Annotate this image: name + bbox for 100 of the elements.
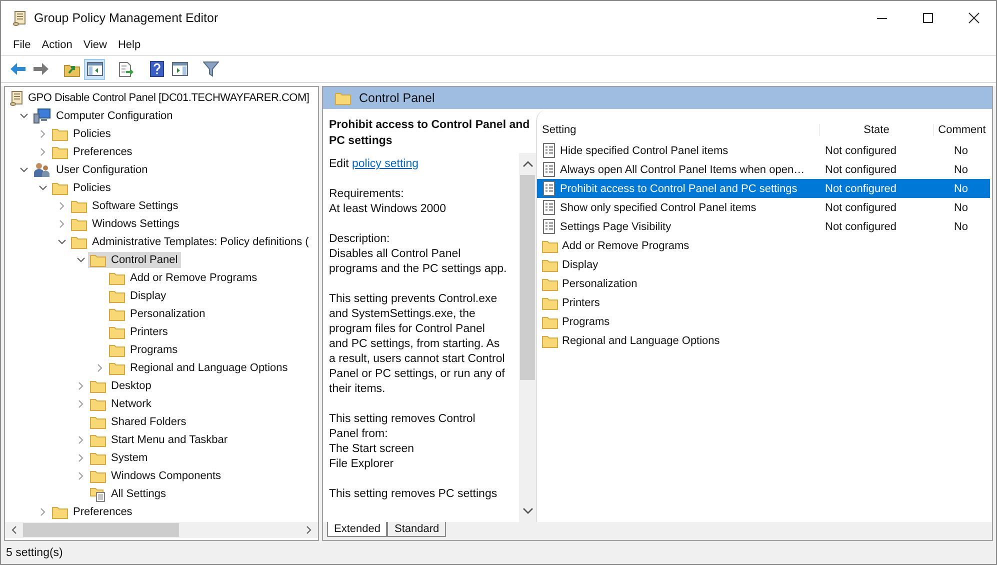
view-tab[interactable]: Extended xyxy=(327,522,388,537)
tree-item[interactable]: Display xyxy=(130,290,166,302)
state-cell-text: Not configured xyxy=(824,144,898,156)
collapse-caret-icon[interactable] xyxy=(58,239,66,245)
horizontal-scrollbar[interactable] xyxy=(5,522,318,538)
tree-item[interactable]: Network xyxy=(111,398,152,410)
setting-name: Display xyxy=(562,258,598,270)
close-icon[interactable] xyxy=(968,12,980,24)
setting-row[interactable]: Always open All Control Panel Items when open… Not configured No xyxy=(537,160,990,179)
settings-pages-icon xyxy=(90,486,106,502)
scrollbar-thumb[interactable] xyxy=(23,523,179,537)
folder-icon xyxy=(90,379,106,393)
column-header[interactable]: Setting xyxy=(537,124,819,136)
expand-caret-icon[interactable] xyxy=(78,382,84,390)
expand-caret-icon[interactable] xyxy=(78,472,84,480)
maximize-icon[interactable] xyxy=(922,12,934,24)
toolbar-button[interactable] xyxy=(84,58,105,80)
column-header[interactable]: State xyxy=(819,124,933,136)
menu-item[interactable]: View xyxy=(79,37,111,53)
tree-item[interactable]: Windows Settings xyxy=(92,218,180,230)
tree-item[interactable]: Personalization xyxy=(130,308,206,320)
setting-row[interactable]: Printers xyxy=(537,293,990,312)
pane-icon xyxy=(86,62,102,76)
document-icon xyxy=(542,181,556,196)
folder-icon xyxy=(542,258,558,272)
scroll-up-icon[interactable] xyxy=(522,161,532,167)
tree-item[interactable]: Add or Remove Programs xyxy=(130,272,258,284)
scroll-right-icon[interactable] xyxy=(306,526,312,534)
menu-item[interactable]: Help xyxy=(114,37,145,53)
folder-icon xyxy=(90,397,106,411)
scrollbar-thumb[interactable] xyxy=(520,175,535,380)
users-icon xyxy=(33,162,51,178)
tree-item[interactable]: Policies xyxy=(73,182,111,194)
scroll-icon xyxy=(9,90,25,106)
tree-item[interactable]: Software Settings xyxy=(92,200,178,212)
status-bar: 5 setting(s) xyxy=(1,541,996,564)
vertical-scrollbar[interactable] xyxy=(519,153,536,522)
toolbar-button[interactable] xyxy=(200,58,221,80)
setting-row[interactable]: Personalization xyxy=(537,274,990,293)
expand-caret-icon[interactable] xyxy=(40,148,46,156)
expand-caret-icon[interactable] xyxy=(78,436,84,444)
tree-item[interactable]: Printers xyxy=(130,326,168,338)
expand-caret-icon[interactable] xyxy=(59,220,65,228)
setting-row[interactable]: Prohibit access to Control Panel and PC settings Not configured No xyxy=(537,179,990,198)
tree-item[interactable]: Desktop xyxy=(111,380,152,392)
folder-icon xyxy=(90,415,106,429)
tree-item[interactable]: GPO Disable Control Panel [DC01.TECHWAYFARER.COM] xyxy=(28,92,310,104)
tree-item[interactable]: Shared Folders xyxy=(111,416,186,428)
setting-row[interactable]: Hide specified Control Panel items Not configured No xyxy=(537,141,990,160)
tree-item[interactable]: Preferences xyxy=(73,506,132,518)
tree-item[interactable]: Start Menu and Taskbar xyxy=(111,434,228,446)
scroll-icon xyxy=(12,10,28,26)
tree-item[interactable]: System xyxy=(111,452,148,464)
policy-setting-link[interactable]: policy setting xyxy=(352,158,418,170)
menu-item[interactable]: File xyxy=(9,37,35,53)
tree-item[interactable]: Computer Configuration xyxy=(56,110,173,122)
scroll-left-icon[interactable] xyxy=(11,526,17,534)
setting-row[interactable]: Programs xyxy=(537,312,990,331)
folder-icon xyxy=(71,217,87,231)
filter-icon xyxy=(202,61,218,77)
tree-item[interactable]: Regional and Language Options xyxy=(130,362,288,374)
expand-caret-icon[interactable] xyxy=(40,130,46,138)
collapse-caret-icon[interactable] xyxy=(77,257,85,263)
tree-item[interactable]: User Configuration xyxy=(56,164,148,176)
help-icon xyxy=(150,61,164,77)
setting-name: Settings Page Visibility xyxy=(560,220,672,232)
folder-icon xyxy=(90,253,106,267)
folder-icon xyxy=(52,505,68,519)
setting-row[interactable]: Display xyxy=(537,255,990,274)
document-icon xyxy=(542,200,556,215)
setting-name: Prohibit access to Control Panel and PC settings xyxy=(560,182,798,194)
pane-title: Control Panel xyxy=(359,91,435,105)
expand-caret-icon[interactable] xyxy=(59,202,65,210)
setting-row[interactable]: Settings Page Visibility Not configured No xyxy=(537,217,990,236)
setting-row[interactable]: Add or Remove Programs xyxy=(537,236,990,255)
view-tab[interactable]: Standard xyxy=(387,522,446,537)
collapse-caret-icon[interactable] xyxy=(20,113,28,119)
menu-item[interactable]: Action xyxy=(38,37,76,53)
expand-caret-icon[interactable] xyxy=(40,508,46,516)
setting-title: Prohibit access to Control Panel and PC settings xyxy=(328,118,531,149)
tree-item[interactable]: Programs xyxy=(130,344,178,356)
scroll-down-icon[interactable] xyxy=(522,508,532,514)
setting-row[interactable]: Regional and Language Options xyxy=(537,331,990,350)
folder-icon xyxy=(90,433,106,447)
state-cell-text: Not configured xyxy=(824,202,898,214)
state-cell-text: Not configured xyxy=(824,164,898,176)
expand-caret-icon[interactable] xyxy=(97,364,103,372)
forward-arrow-icon xyxy=(32,62,48,76)
expand-caret-icon[interactable] xyxy=(78,400,84,408)
tree-item[interactable]: Preferences xyxy=(73,146,132,158)
expand-caret-icon[interactable] xyxy=(78,454,84,462)
tree-item[interactable]: Administrative Templates: Policy definitions ( xyxy=(92,236,309,248)
collapse-caret-icon[interactable] xyxy=(20,167,28,173)
tree-item[interactable]: Windows Components xyxy=(111,470,222,482)
tree-item[interactable]: All Settings xyxy=(111,488,166,500)
setting-row[interactable]: Show only specified Control Panel items Not configured No xyxy=(537,198,990,217)
column-header[interactable]: Comment xyxy=(933,124,990,136)
collapse-caret-icon[interactable] xyxy=(39,185,47,191)
comment-cell-text: No xyxy=(952,202,970,214)
tree-item[interactable]: Policies xyxy=(73,128,111,140)
